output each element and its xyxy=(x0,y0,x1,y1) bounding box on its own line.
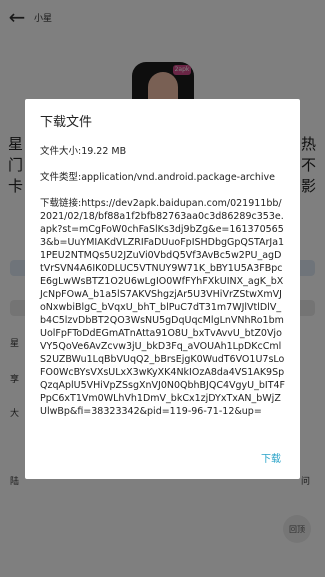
file-size-value: 19.22 MB xyxy=(81,146,127,157)
dialog-title: 下载文件 xyxy=(40,115,93,130)
file-type-row: 文件类型:application/vnd.android.package-arc… xyxy=(40,171,285,184)
file-type-label: 文件类型: xyxy=(40,172,82,183)
download-link-value: https://dev2apk.baidupan.com/021911bb/20… xyxy=(40,198,286,417)
download-dialog: 下载文件 文件大小:19.22 MB 文件类型:application/vnd.… xyxy=(25,99,300,479)
file-size-row: 文件大小:19.22 MB xyxy=(40,145,285,158)
file-type-value: application/vnd.android.package-archive xyxy=(81,172,275,183)
download-button[interactable]: 下载 xyxy=(261,450,281,465)
download-link-row: 下载链接:https://dev2apk.baidupan.com/021911… xyxy=(40,197,285,418)
file-size-label: 文件大小: xyxy=(40,146,82,157)
download-link-label: 下载链接: xyxy=(40,198,82,209)
